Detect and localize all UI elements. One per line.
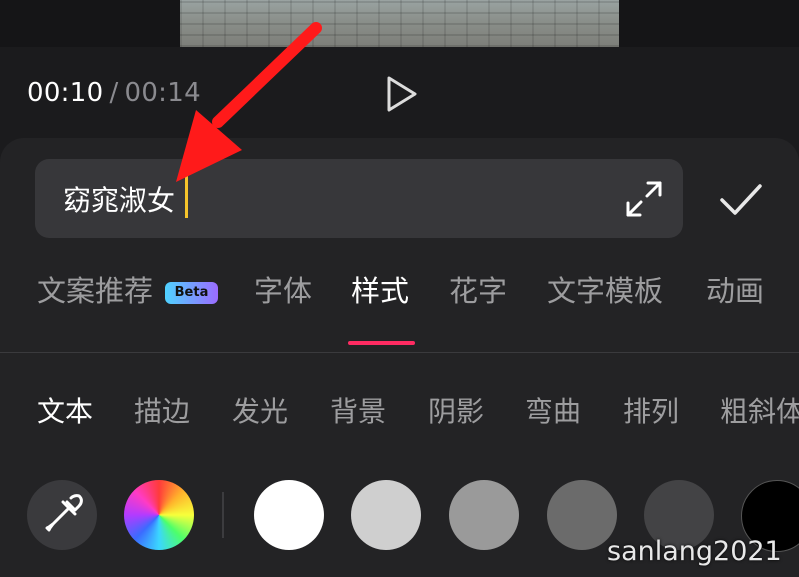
watermark-text: sanlang2021 bbox=[607, 536, 782, 567]
expand-icon[interactable] bbox=[624, 179, 664, 219]
current-time: 00:10 bbox=[27, 78, 104, 108]
color-swatch-gray[interactable] bbox=[449, 480, 519, 550]
color-swatch-white[interactable] bbox=[254, 480, 324, 550]
total-time: 00:14 bbox=[124, 78, 201, 108]
style-tab-glow[interactable]: 发光 bbox=[232, 390, 288, 430]
style-tab-shadow[interactable]: 阴影 bbox=[428, 390, 484, 430]
text-input-value[interactable]: 窈窕淑女 bbox=[63, 179, 175, 219]
eyedropper-icon bbox=[45, 494, 83, 532]
color-swatch-light-gray[interactable] bbox=[351, 480, 421, 550]
tab-style[interactable]: 样式 bbox=[351, 268, 409, 310]
tabs-divider bbox=[0, 352, 799, 353]
swatch-divider bbox=[222, 492, 224, 538]
style-tab-bold-italic[interactable]: 粗斜体 bbox=[720, 390, 799, 430]
tab-fancy-text[interactable]: 花字 bbox=[449, 268, 507, 310]
text-caret bbox=[185, 176, 188, 218]
eyedropper-button[interactable] bbox=[27, 480, 97, 550]
style-tab-text[interactable]: 文本 bbox=[37, 390, 93, 430]
tab-font[interactable]: 字体 bbox=[254, 268, 312, 310]
active-tab-indicator bbox=[348, 341, 415, 345]
playback-time: 00:10/00:14 bbox=[27, 78, 201, 108]
time-separator: / bbox=[109, 78, 119, 108]
text-tool-tabs: 文案推荐 字体 样式 花字 文字模板 动画 bbox=[0, 268, 799, 318]
style-tab-background[interactable]: 背景 bbox=[330, 390, 386, 430]
tab-copy-recommend[interactable]: 文案推荐 bbox=[37, 268, 153, 310]
confirm-check-button[interactable] bbox=[718, 180, 764, 220]
beta-badge: Beta bbox=[165, 282, 218, 304]
play-icon bbox=[387, 76, 417, 112]
style-tab-arrange[interactable]: 排列 bbox=[623, 390, 679, 430]
play-button[interactable] bbox=[382, 74, 422, 114]
text-input-field[interactable]: 窈窕淑女 bbox=[35, 159, 683, 238]
style-tab-curve[interactable]: 弯曲 bbox=[525, 390, 581, 430]
video-preview-strip bbox=[0, 0, 799, 47]
style-tab-stroke[interactable]: 描边 bbox=[134, 390, 190, 430]
check-icon bbox=[720, 184, 762, 215]
tab-animation[interactable]: 动画 bbox=[706, 268, 764, 310]
video-preview-frame bbox=[180, 0, 619, 47]
color-wheel-swatch[interactable] bbox=[124, 480, 194, 550]
tab-text-template[interactable]: 文字模板 bbox=[547, 268, 663, 310]
